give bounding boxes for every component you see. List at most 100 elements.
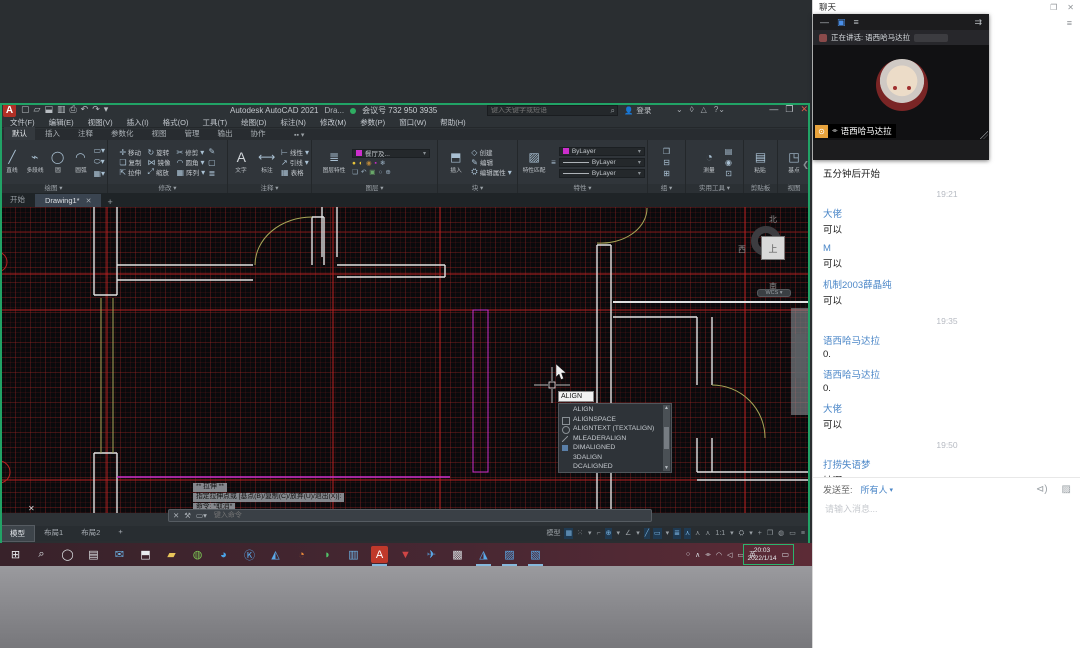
status-icon[interactable]: ❐ xyxy=(766,528,774,539)
layout-tab[interactable]: + xyxy=(109,525,131,542)
sign-in[interactable]: 👤 登录 xyxy=(624,105,651,116)
qat-icon[interactable]: ▥ xyxy=(57,104,66,115)
status-icon[interactable]: 1:1 xyxy=(714,528,726,539)
command-line-bar[interactable]: ✕ ⚒ ▭▾ xyxy=(168,509,652,522)
ribbon-tab[interactable]: 协作 xyxy=(243,127,274,140)
status-icon[interactable]: ▭ xyxy=(653,528,662,539)
ribbon-tab[interactable]: 默认 xyxy=(4,127,35,140)
autocomplete-item[interactable]: DIMALIGNED xyxy=(559,443,671,453)
viewcube-north[interactable]: 北 xyxy=(769,214,777,225)
close-button[interactable]: ✕ xyxy=(800,104,808,115)
status-icon[interactable]: ▾ xyxy=(615,528,621,539)
popout-video-icon[interactable]: ⇉ xyxy=(974,17,982,28)
status-icon[interactable]: ⋏ xyxy=(694,528,701,539)
taskbar-app-icon[interactable]: ▰ xyxy=(163,546,180,563)
qat-icon[interactable]: ↷ xyxy=(92,104,100,115)
tool-arc[interactable]: ◠圆弧 xyxy=(71,151,91,174)
command-input[interactable] xyxy=(212,511,647,520)
minimize-button[interactable]: — xyxy=(769,104,778,115)
chat-message-input[interactable] xyxy=(823,503,1071,515)
panel-label-block[interactable]: 块 ▾ xyxy=(438,184,517,193)
tool-scale[interactable]: ⤢缩放 xyxy=(148,167,171,177)
help-icon[interactable]: ?⌄ xyxy=(714,105,725,114)
status-icon[interactable]: ≡ xyxy=(800,528,806,539)
help-search-box[interactable]: ⌕ xyxy=(487,105,618,116)
autocomplete-item[interactable]: 3DALIGN xyxy=(559,453,671,463)
ribbon-tab[interactable]: 视图 xyxy=(144,127,175,140)
tray-icon[interactable]: ○ xyxy=(686,551,690,558)
dropdown-icon[interactable]: ⌄ xyxy=(676,105,683,114)
drawing-canvas[interactable]: ✕ 上 北 南 西 东 WCS ▾ ALIGN ALIGNALIGNSPACEA… xyxy=(0,207,810,513)
qat-icon[interactable]: ⬓ xyxy=(44,104,53,115)
qat-icon[interactable]: ↶ xyxy=(81,104,89,115)
taskbar-clock[interactable]: 20:03 2022/1/14 xyxy=(748,547,777,563)
tool-create-block[interactable]: ◇创建 xyxy=(471,147,511,157)
layout-icon[interactable]: ▣ xyxy=(837,17,846,28)
status-icon[interactable]: ▦ xyxy=(564,528,573,539)
autocomplete-item[interactable]: ALIGNTEXT (TEXTALIGN) xyxy=(559,424,671,434)
dropdown-scrollbar[interactable]: ▲ ▼ xyxy=(663,405,670,471)
qat-icon[interactable]: ▱ xyxy=(34,104,41,115)
tool-insert[interactable]: ⬒插入 xyxy=(443,151,468,174)
taskbar-app-icon[interactable]: A xyxy=(371,546,388,563)
tool-measure[interactable]: ◔测量 xyxy=(697,151,722,174)
status-icon[interactable]: ⛭ xyxy=(738,528,746,539)
layout-tab[interactable]: 布局1 xyxy=(35,525,72,542)
clock-area[interactable]: 20:03 2022/1/14 ▭ xyxy=(743,544,794,565)
taskbar-app-icon[interactable]: ⊞ xyxy=(7,546,24,563)
panel-label-clipboard[interactable]: 剪贴板 xyxy=(744,184,777,193)
audience-select[interactable]: 所有人 xyxy=(861,483,888,496)
scroll-up-icon[interactable]: ▲ xyxy=(664,405,669,411)
help-search-input[interactable] xyxy=(488,107,611,114)
announce-icon[interactable]: ⊲) xyxy=(1036,484,1048,495)
panel-label-properties[interactable]: 特性 ▾ xyxy=(518,184,647,193)
modify-extra[interactable]: ✎▢≣ xyxy=(208,147,216,178)
taskbar-app-icon[interactable]: ⌕ xyxy=(33,546,50,563)
tool-edit-attr[interactable]: ⛭编辑属性▾ xyxy=(471,167,511,177)
new-tab-button[interactable]: + xyxy=(101,197,118,207)
resize-grip[interactable] xyxy=(980,131,988,139)
panel-label-annotate[interactable]: 注释 ▾ xyxy=(228,184,311,193)
taskbar-app-icon[interactable]: ▼ xyxy=(397,546,414,563)
viewcube-west[interactable]: 西 xyxy=(738,244,746,255)
autocomplete-item[interactable]: MLEADERALIGN xyxy=(559,434,671,444)
scroll-down-icon[interactable]: ▼ xyxy=(664,465,669,471)
customize-icon[interactable]: ⚒ xyxy=(184,511,191,520)
menu-item[interactable]: 帮助(H) xyxy=(440,117,465,128)
menu-item[interactable]: 窗口(W) xyxy=(399,117,426,128)
list-icon[interactable]: ≡ xyxy=(551,158,556,167)
tool-array[interactable]: ▦阵列 ▾ xyxy=(177,167,206,177)
wcs-dropdown[interactable]: WCS ▾ xyxy=(757,289,791,297)
status-icon[interactable]: ▾ xyxy=(635,528,641,539)
tool-stretch[interactable]: ⇱拉伸 xyxy=(119,167,141,177)
layer-state-icons[interactable]: ● ◐ ◉ ▪ ❄ xyxy=(352,160,430,167)
panel-label-modify[interactable]: 修改 ▾ xyxy=(108,184,227,193)
lineweight-combo[interactable]: ByLayer▾ xyxy=(559,158,645,167)
restore-button[interactable]: ❐ xyxy=(785,104,793,115)
taskbar-app-icon[interactable]: ▨ xyxy=(501,546,518,563)
tool-fillet[interactable]: ◠圆角 ▾ xyxy=(177,157,206,167)
taskbar-app-icon[interactable]: ✉ xyxy=(111,546,128,563)
status-icon[interactable]: ⊕ xyxy=(605,528,613,539)
taskbar-app-icon[interactable]: ◍ xyxy=(189,546,206,563)
tool-rotate[interactable]: ↻旋转 xyxy=(148,147,171,157)
close-icon[interactable]: ✕ xyxy=(173,511,179,520)
status-icon[interactable]: ▾ xyxy=(665,528,671,539)
draw-flyouts[interactable]: ▭▾⬭▾▦▾ xyxy=(93,146,105,178)
viewcube[interactable]: 上 北 南 西 东 xyxy=(748,223,798,273)
image-icon[interactable]: ▨ xyxy=(1062,484,1071,495)
app-store-icon[interactable]: ◊ xyxy=(690,105,694,114)
taskbar-app-icon[interactable]: ✈ xyxy=(423,546,440,563)
tool-polyline[interactable]: ⌁多段线 xyxy=(25,151,45,174)
status-icon[interactable]: ⋏ xyxy=(704,528,711,539)
notification-center-icon[interactable]: ▭ xyxy=(781,550,789,559)
status-icon[interactable]: ⋏ xyxy=(684,528,691,539)
status-icon[interactable]: 模型 xyxy=(545,528,561,539)
taskbar-app-icon[interactable]: ▧ xyxy=(527,546,544,563)
tool-line[interactable]: ╱直线 xyxy=(2,151,22,174)
status-icon[interactable]: ▭ xyxy=(788,528,797,539)
tool-text[interactable]: A文字 xyxy=(230,151,253,174)
tray-icon[interactable]: ◁ xyxy=(727,551,732,559)
taskbar-app-icon[interactable]: ▩ xyxy=(449,546,466,563)
tool-table[interactable]: ▦表格 xyxy=(281,167,309,177)
